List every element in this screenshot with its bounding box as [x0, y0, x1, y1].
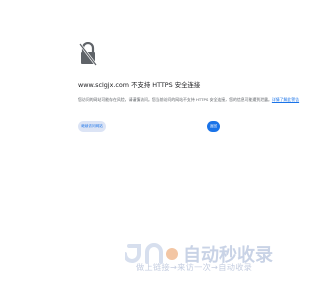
watermark-tagline: 做上链接→来访一次→自动收录 [136, 262, 253, 272]
broken-lock-icon [78, 42, 98, 66]
learn-more-link[interactable]: 详情了解此警告 [272, 97, 299, 102]
back-button[interactable]: 返回 [207, 121, 220, 132]
error-heading: www.sclgjx.com 不支持 HTTPS 安全连接 [78, 81, 201, 89]
error-description: 您访问的网站可能存在风险，请谨慎访问。您当前访问的网站不支持 HTTPS 安全连… [78, 97, 299, 103]
continue-to-site-button[interactable]: 继续访问网站 [78, 121, 106, 132]
description-text: 您访问的网站可能存在风险，请谨慎访问。您当前访问的网站不支持 HTTPS 安全连… [78, 97, 272, 102]
